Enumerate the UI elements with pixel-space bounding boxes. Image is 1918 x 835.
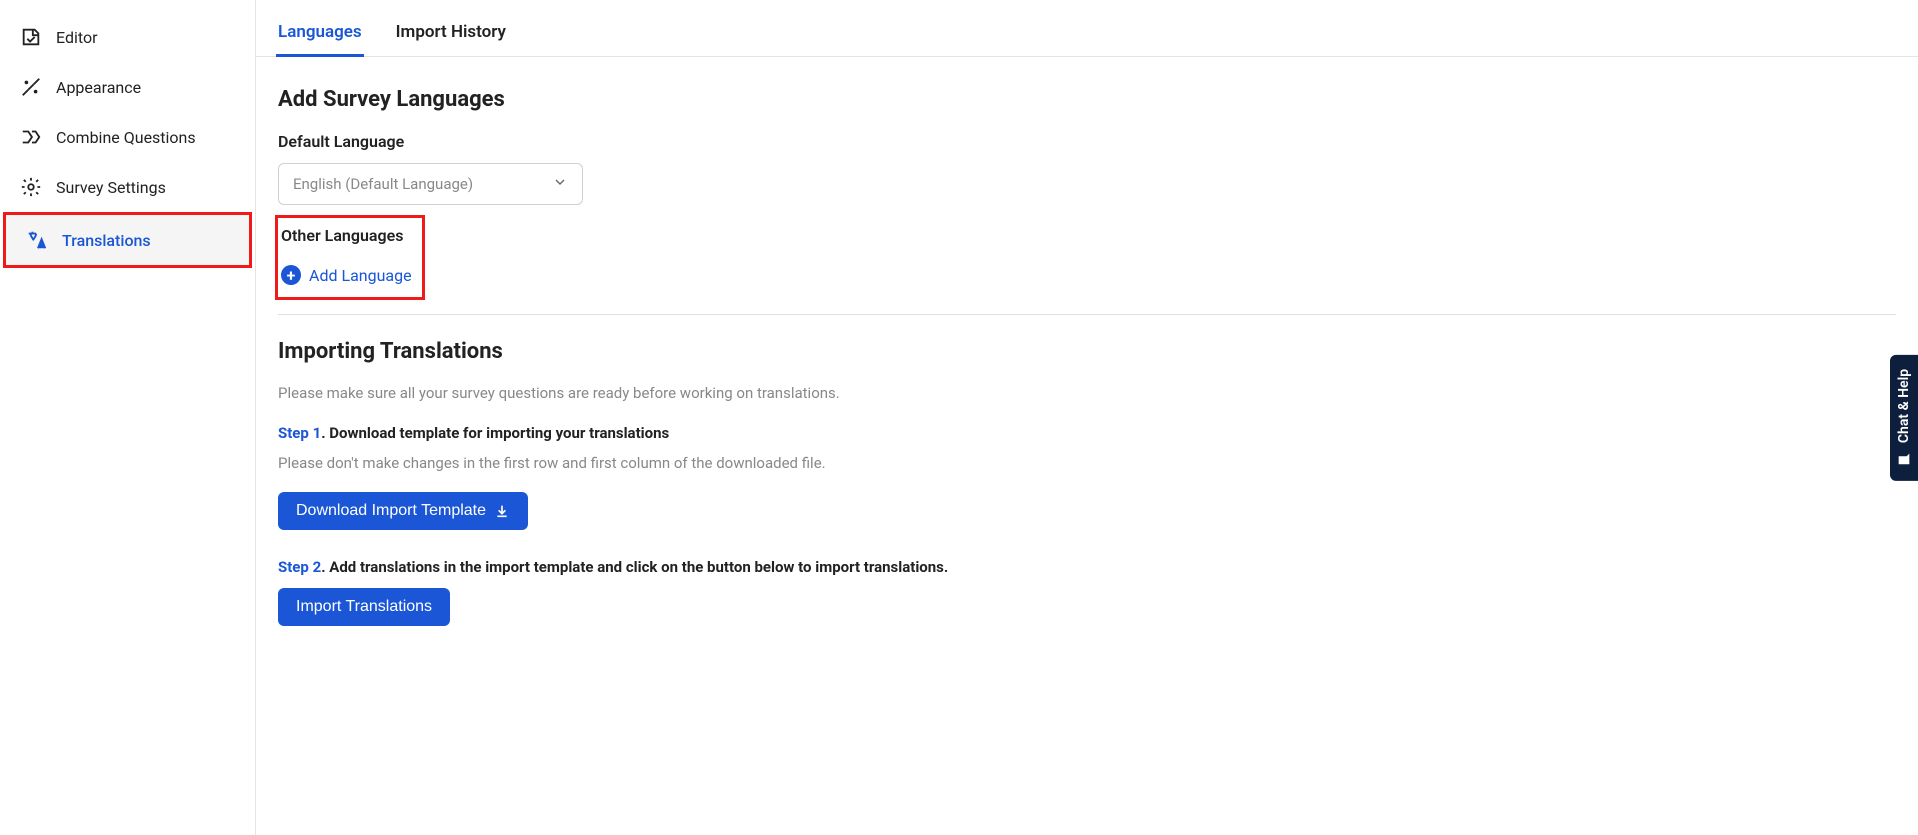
tabs: Languages Import History bbox=[256, 0, 1918, 57]
sidebar-item-combine-questions[interactable]: Combine Questions bbox=[0, 112, 255, 162]
download-btn-label: Download Import Template bbox=[296, 502, 486, 520]
highlight-translations: Translations bbox=[3, 212, 252, 268]
sidebar-item-label: Translations bbox=[62, 231, 151, 250]
sidebar-item-survey-settings[interactable]: Survey Settings bbox=[0, 162, 255, 212]
appearance-icon bbox=[20, 76, 42, 98]
sidebar-item-label: Combine Questions bbox=[56, 128, 196, 147]
add-survey-languages-title: Add Survey Languages bbox=[278, 87, 1896, 112]
add-language-label: Add Language bbox=[309, 266, 412, 285]
step1-text: . Download template for importing your t… bbox=[321, 424, 669, 442]
add-language-button[interactable]: + Add Language bbox=[281, 265, 412, 285]
default-language-value: English (Default Language) bbox=[293, 175, 473, 193]
sidebar-item-translations[interactable]: Translations bbox=[6, 215, 249, 265]
importing-translations-title: Importing Translations bbox=[278, 339, 1896, 364]
sidebar-item-editor[interactable]: Editor bbox=[0, 12, 255, 62]
chevron-down-icon bbox=[552, 174, 568, 194]
chat-help-button[interactable]: Chat & Help bbox=[1890, 354, 1918, 480]
sidebar: Editor Appearance Combine Questions bbox=[0, 0, 255, 835]
download-icon bbox=[494, 503, 510, 519]
import-btn-label: Import Translations bbox=[296, 598, 432, 616]
settings-icon bbox=[20, 176, 42, 198]
section-divider bbox=[278, 314, 1896, 315]
import-translations-button[interactable]: Import Translations bbox=[278, 588, 450, 626]
translations-icon bbox=[26, 229, 48, 251]
tab-languages[interactable]: Languages bbox=[276, 14, 364, 57]
sidebar-item-label: Editor bbox=[56, 28, 97, 47]
default-language-label: Default Language bbox=[278, 132, 1896, 151]
step2-label: Step 2 bbox=[278, 558, 321, 576]
chat-help-label: Chat & Help bbox=[1896, 368, 1912, 442]
download-import-template-button[interactable]: Download Import Template bbox=[278, 492, 528, 530]
content-area: Add Survey Languages Default Language En… bbox=[256, 57, 1918, 835]
editor-icon bbox=[20, 26, 42, 48]
other-languages-label: Other Languages bbox=[281, 226, 412, 245]
chat-icon bbox=[1896, 451, 1912, 467]
step2-line: Step 2. Add translations in the import t… bbox=[278, 558, 1896, 576]
sidebar-item-label: Survey Settings bbox=[56, 178, 166, 197]
step1-help: Please don't make changes in the first r… bbox=[278, 454, 1896, 472]
plus-icon: + bbox=[281, 265, 301, 285]
step1-line: Step 1. Download template for importing … bbox=[278, 424, 1896, 442]
main-content: Languages Import History Add Survey Lang… bbox=[255, 0, 1918, 835]
combine-icon bbox=[20, 126, 42, 148]
sidebar-item-appearance[interactable]: Appearance bbox=[0, 62, 255, 112]
importing-intro: Please make sure all your survey questio… bbox=[278, 384, 1896, 402]
sidebar-item-label: Appearance bbox=[56, 78, 141, 97]
step1-label: Step 1 bbox=[278, 424, 321, 442]
tab-import-history[interactable]: Import History bbox=[394, 14, 508, 57]
highlight-other-languages: Other Languages + Add Language bbox=[275, 215, 425, 300]
default-language-select[interactable]: English (Default Language) bbox=[278, 163, 583, 205]
step2-text: . Add translations in the import templat… bbox=[321, 558, 948, 576]
